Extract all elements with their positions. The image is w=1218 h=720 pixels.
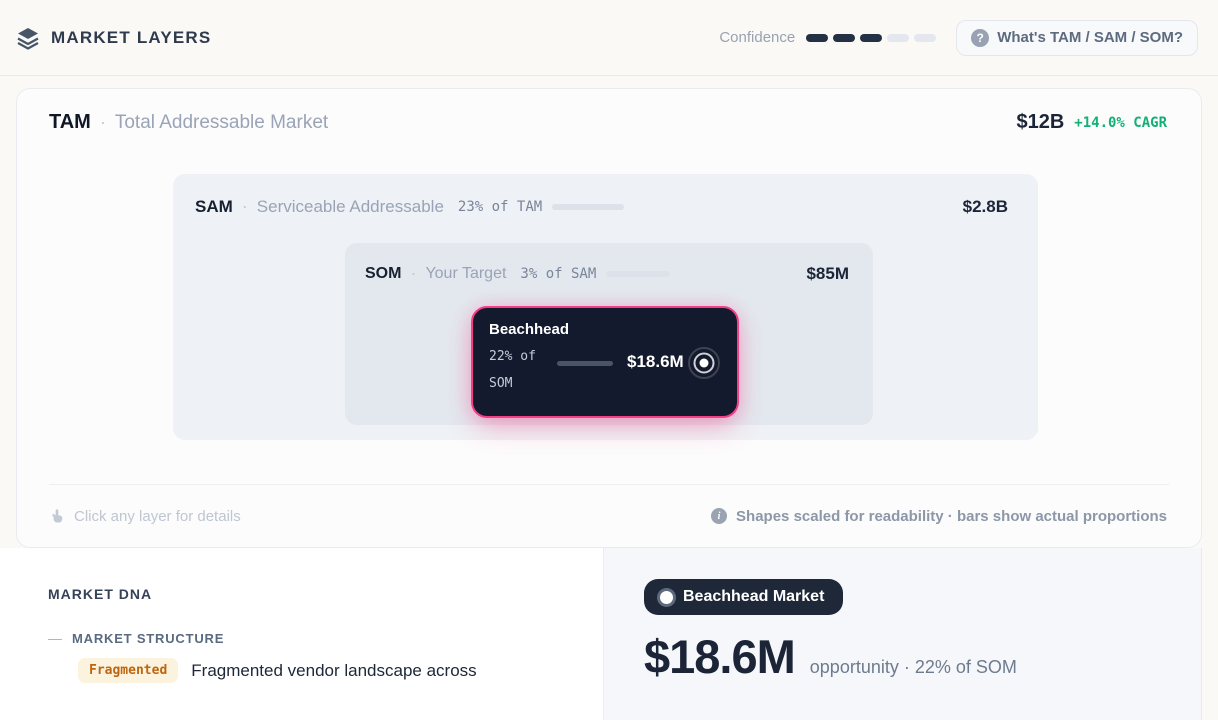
sam-header: SAM · Serviceable Addressable 23% of TAM… <box>195 196 1008 217</box>
beachhead-label: Beachhead <box>489 321 723 338</box>
layers-icon <box>16 26 40 50</box>
beachhead-opportunity-caption: opportunity · 22% of SOM <box>810 657 1017 678</box>
confidence-pill <box>914 34 936 42</box>
card-footer: Click any layer for details i Shapes sca… <box>49 485 1167 547</box>
tam-name: Total Addressable Market <box>115 112 328 134</box>
beachhead-layer[interactable]: Beachhead 22% of SOM $18.6M <box>471 306 739 418</box>
info-icon: i <box>711 508 727 524</box>
tam-header: TAM · Total Addressable Market $12B +14.… <box>49 111 1167 134</box>
help-button-label: What's TAM / SAM / SOM? <box>997 29 1183 46</box>
section-dash: — <box>48 630 62 646</box>
market-dna-panel: MARKET DNA — MARKET STRUCTURE Fragmented… <box>0 548 604 720</box>
som-separator: · <box>410 263 416 284</box>
sam-abbr: SAM <box>195 197 233 217</box>
bottom-section: MARKET DNA — MARKET STRUCTURE Fragmented… <box>0 548 1218 720</box>
click-hint-text: Click any layer for details <box>74 508 241 525</box>
market-dna-title: MARKET DNA <box>48 586 583 602</box>
sam-value: $2.8B <box>963 197 1008 217</box>
tam-layer[interactable]: TAM · Total Addressable Market $12B +14.… <box>16 88 1202 548</box>
confidence-indicator: Confidence <box>719 29 936 46</box>
confidence-pill <box>860 34 882 42</box>
fragmented-description: Fragmented vendor landscape across <box>191 661 476 681</box>
market-structure-item: Fragmented Fragmented vendor landscape a… <box>78 658 583 683</box>
confidence-label: Confidence <box>719 29 795 46</box>
beachhead-value-row: $18.6M opportunity · 22% of SOM <box>644 629 1201 684</box>
tam-cagr: +14.0% CAGR <box>1074 115 1167 131</box>
confidence-pill <box>806 34 828 42</box>
sam-name: Serviceable Addressable <box>257 197 444 217</box>
som-name: Your Target <box>425 265 506 283</box>
beachhead-share: 22% of SOM <box>489 344 555 397</box>
tam-separator: · <box>100 112 106 133</box>
page-title: MARKET LAYERS <box>51 28 211 48</box>
fragmented-badge: Fragmented <box>78 658 178 683</box>
tam-value: $12B <box>1016 111 1064 134</box>
sam-share: 23% of TAM <box>458 199 542 215</box>
click-hint: Click any layer for details <box>49 508 241 525</box>
beachhead-value: $18.6M <box>627 352 684 372</box>
question-icon: ? <box>971 29 989 47</box>
som-abbr: SOM <box>365 265 401 283</box>
help-button[interactable]: ? What's TAM / SAM / SOM? <box>956 20 1198 56</box>
beachhead-market-pill[interactable]: Beachhead Market <box>644 579 843 615</box>
sam-share-bar <box>552 204 624 210</box>
beachhead-detail-panel: Beachhead Market $18.6M opportunity · 22… <box>604 548 1202 720</box>
dot-icon <box>660 591 673 604</box>
som-share: 3% of SAM <box>520 266 596 282</box>
scale-note-text: Shapes scaled for readability · bars sho… <box>736 508 1167 525</box>
confidence-pill <box>833 34 855 42</box>
sam-layer[interactable]: SAM · Serviceable Addressable 23% of TAM… <box>173 174 1038 440</box>
tam-abbr: TAM <box>49 111 91 134</box>
topbar-right: Confidence ? What's TAM / SAM / SOM? <box>719 20 1198 56</box>
target-icon <box>686 345 722 381</box>
beachhead-pill-label: Beachhead Market <box>683 588 824 606</box>
sam-separator: · <box>242 196 248 217</box>
scale-note: i Shapes scaled for readability · bars s… <box>711 508 1167 525</box>
brand: MARKET LAYERS <box>16 26 211 50</box>
som-value: $85M <box>806 264 849 284</box>
market-structure-heading: — MARKET STRUCTURE <box>48 630 583 646</box>
confidence-pill <box>887 34 909 42</box>
beachhead-share-bar <box>557 361 613 366</box>
som-share-bar <box>606 271 670 277</box>
top-bar: MARKET LAYERS Confidence ? What's TAM / … <box>0 0 1218 76</box>
confidence-pills <box>806 34 936 42</box>
market-structure-label: MARKET STRUCTURE <box>72 631 224 646</box>
som-header: SOM · Your Target 3% of SAM $85M <box>365 263 849 284</box>
som-layer[interactable]: SOM · Your Target 3% of SAM $85M Beachhe… <box>345 243 873 425</box>
pointer-icon <box>49 508 65 524</box>
beachhead-opportunity-value: $18.6M <box>644 629 795 684</box>
beachhead-row: 22% of SOM $18.6M <box>489 344 723 397</box>
